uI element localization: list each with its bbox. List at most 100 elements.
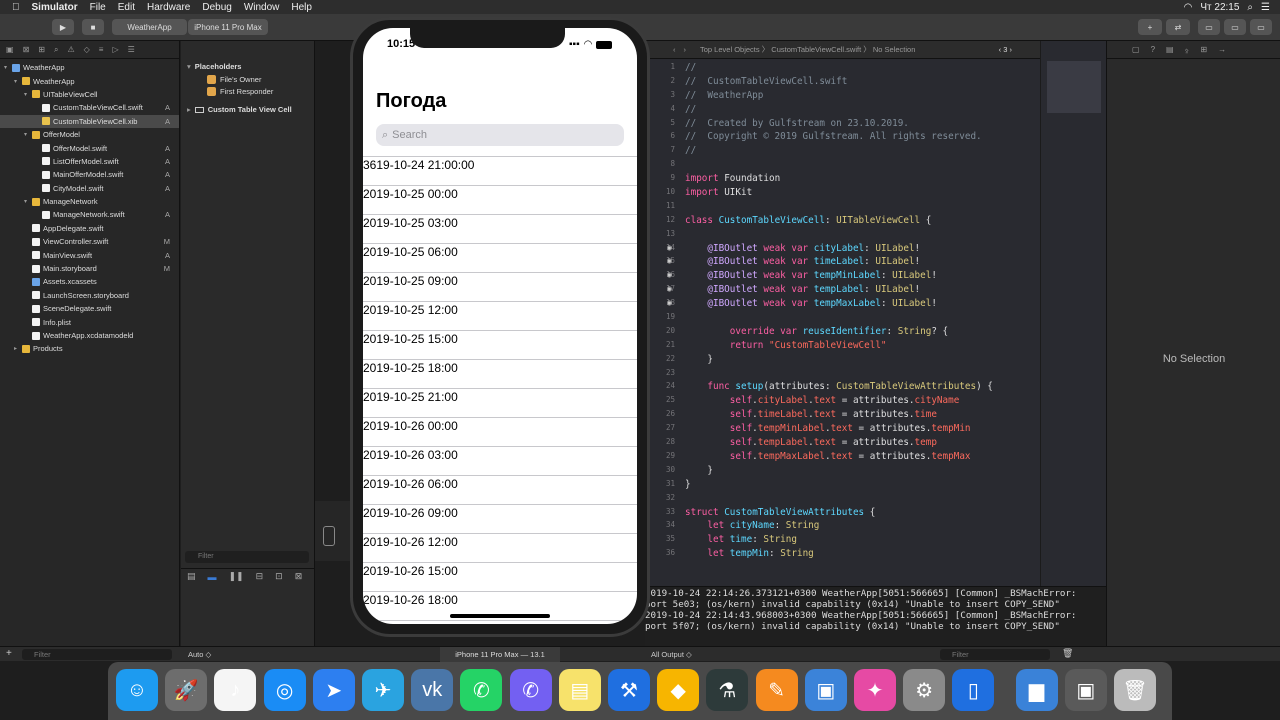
code-editor[interactable]: ‹ › Top Level Objects 〉 CustomTableViewC… [645, 41, 1040, 586]
xcode-icon[interactable]: ⚒ [608, 669, 650, 711]
outlet-connection-icon[interactable]: ◉ [667, 270, 672, 279]
line-number[interactable]: 8 [645, 159, 685, 173]
weather-row[interactable]: 2019-10-25 12:00 [363, 302, 637, 331]
line-number[interactable]: 5 [645, 118, 685, 132]
line-number[interactable]: 7 [645, 145, 685, 159]
navigator-item[interactable]: CityModel.swift A [0, 182, 179, 195]
trash-icon[interactable]: 🗑 [1062, 648, 1073, 659]
weather-row[interactable]: 2019-10-25 18:00 [363, 360, 637, 389]
review-button[interactable]: ⇄ [1166, 19, 1190, 35]
line-number[interactable]: 32 [645, 493, 685, 507]
apple-icon[interactable]:  [12, 2, 20, 13]
weather-row[interactable]: 2019-10-25 06:00 [363, 244, 637, 273]
find-icon[interactable]: ⌕ [54, 45, 58, 55]
attributes-icon[interactable]: ⍚ [1185, 45, 1190, 55]
navigator-item[interactable]: CustomTableViewCell.swift A [0, 101, 179, 114]
weather-row[interactable]: 3619-10-24 21:00:00 [363, 157, 637, 186]
line-number[interactable]: 3 [645, 90, 685, 104]
disclosure-icon[interactable]: ▾ [14, 78, 22, 85]
jump-bar-path[interactable]: Top Level Objects 〉 CustomTableViewCell.… [700, 44, 915, 55]
navigator-item[interactable]: ManageNetwork.swift A [0, 208, 179, 221]
menu-hardware[interactable]: Hardware [147, 2, 190, 13]
outlet-connection-icon[interactable]: ◉ [667, 284, 672, 293]
navigator-item[interactable]: MainOfferModel.swift A [0, 168, 179, 181]
library-button[interactable]: + [1138, 19, 1162, 35]
trash-icon[interactable]: 🗑 [1114, 669, 1156, 711]
line-number[interactable]: 24 [645, 381, 685, 395]
output-dropdown[interactable]: All Output ◇ [651, 650, 692, 659]
line-number[interactable]: 22 [645, 354, 685, 368]
clock[interactable]: Чт 22:15 [1200, 2, 1239, 13]
simulator-icon[interactable]: ▯ [952, 669, 995, 711]
line-number[interactable]: 13 [645, 229, 685, 243]
navigator-filter-field[interactable]: Filter [22, 649, 172, 660]
menu-window[interactable]: Window [244, 2, 280, 13]
disclosure-icon[interactable]: ▾ [24, 91, 32, 98]
music-icon[interactable]: ♪ [214, 669, 257, 711]
whatsapp-icon[interactable]: ✆ [460, 669, 503, 711]
navigator-item[interactable]: ▾ OfferModel [0, 128, 179, 141]
menu-app-name[interactable]: Simulator [32, 2, 78, 13]
telegram-icon[interactable]: ✈ [362, 669, 404, 711]
navigator-item[interactable]: MainView.swift A [0, 248, 179, 261]
line-number[interactable]: 9 [645, 173, 685, 187]
vk-icon[interactable]: vk [411, 669, 454, 711]
outlet-connection-icon[interactable]: ◉ [667, 256, 672, 265]
files-owner-item[interactable]: File's Owner [207, 75, 314, 84]
pages-icon[interactable]: ✎ [755, 669, 798, 711]
navigator-item[interactable]: ▾ WeatherApp [0, 74, 179, 87]
pin-icon[interactable]: ⊡ [275, 571, 283, 582]
line-number[interactable]: 26 [645, 409, 685, 423]
align-icon[interactable]: ⊟ [256, 571, 264, 582]
line-number[interactable]: 14 [645, 243, 685, 257]
line-number[interactable]: 18 [645, 298, 685, 312]
stop-button[interactable]: ■ [82, 19, 104, 35]
line-number[interactable]: 20 [645, 326, 685, 340]
line-number[interactable]: 28 [645, 437, 685, 451]
minimap[interactable] [1040, 41, 1106, 586]
toggle-debug-button[interactable]: ▭ [1224, 19, 1246, 35]
toggle-inspector-button[interactable]: ▭ [1250, 19, 1272, 35]
disclosure-icon[interactable]: ▾ [187, 62, 191, 71]
run-button[interactable]: ▶ [52, 19, 74, 35]
safari-icon[interactable]: ◎ [263, 669, 306, 711]
line-number[interactable]: 36 [645, 548, 685, 562]
outlet-connection-icon[interactable]: ◉ [667, 243, 672, 252]
disclosure-icon[interactable]: ▸ [14, 345, 22, 352]
weather-row[interactable]: 2019-10-25 21:00 [363, 389, 637, 418]
line-number[interactable]: 31 [645, 479, 685, 493]
forward-icon[interactable]: › [684, 45, 687, 54]
outline-filter-field[interactable]: Filter [185, 551, 309, 563]
size-icon[interactable]: ⊞ [1200, 45, 1207, 54]
identity-icon[interactable]: ▤ [1166, 45, 1174, 54]
viber-icon[interactable]: ✆ [509, 669, 552, 711]
folder-icon[interactable]: ▣ [6, 45, 14, 54]
toggle-navigator-button[interactable]: ▭ [1198, 19, 1220, 35]
menu-file[interactable]: File [90, 2, 106, 13]
auto-variables-dropdown[interactable]: Auto ◇ [188, 650, 211, 659]
report-icon[interactable]: ☰ [128, 45, 135, 54]
symbol-icon[interactable]: ⊞ [38, 45, 45, 54]
disclosure-icon[interactable]: ▸ [187, 105, 191, 114]
line-number[interactable]: 11 [645, 201, 685, 215]
navigator-item[interactable]: Main.storyboard M [0, 262, 179, 275]
help-icon[interactable]: ? [1151, 45, 1155, 54]
line-number[interactable]: 17 [645, 284, 685, 298]
back-icon[interactable]: ‹ [673, 45, 676, 54]
preferences-icon[interactable]: ⚙ [903, 669, 946, 711]
toggle-outline-icon[interactable]: ▤ [187, 571, 196, 582]
navigator-item[interactable]: ▾ UITableViewCell [0, 88, 179, 101]
navigator-item[interactable]: ListOfferModel.swift A [0, 155, 179, 168]
debug-console[interactable]: 2019-10-24 22:14:26.373121+0300 WeatherA… [645, 586, 1106, 646]
folder-icon[interactable]: ▆ [1015, 669, 1058, 711]
line-number[interactable]: 29 [645, 451, 685, 465]
simulator-screen[interactable]: 10:15 ▪▪▪ ◠ Погода ⌕ Search 3619-10-24 2… [363, 28, 637, 624]
line-number[interactable]: 6 [645, 131, 685, 145]
navigator-item[interactable]: Assets.xcassets [0, 275, 179, 288]
line-number[interactable]: 30 [645, 465, 685, 479]
weather-row[interactable]: 2019-10-26 00:00 [363, 418, 637, 447]
line-number[interactable]: 35 [645, 534, 685, 548]
navigator-item[interactable]: Info.plist [0, 315, 179, 328]
appearance-icon[interactable]: ▬ [208, 572, 217, 582]
line-number[interactable]: 16 [645, 270, 685, 284]
